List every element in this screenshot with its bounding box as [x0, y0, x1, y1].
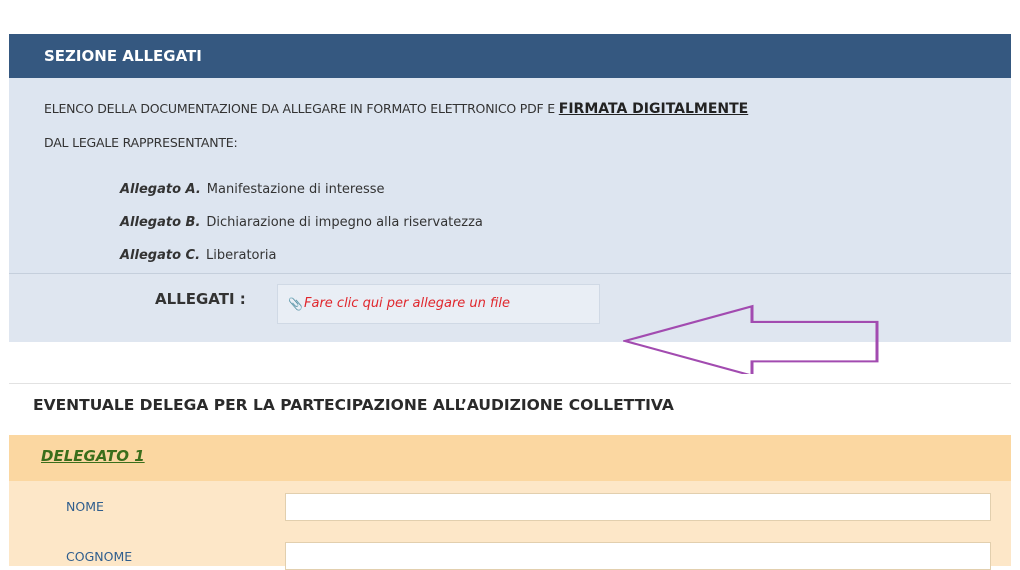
attachment-item-b: Allegato B. Dichiarazione di impegno alla…	[120, 215, 483, 230]
intro-part1: ELENCO DELLA DOCUMENTAZIONE DA ALLEGARE …	[44, 101, 559, 116]
attachment-text: Liberatoria	[206, 248, 277, 263]
attachment-key: Allegato A.	[120, 182, 201, 197]
cognome-label: COGNOME	[66, 549, 133, 564]
upload-placeholder: Fare clic qui per allegare un file	[304, 296, 511, 311]
attachment-text: Dichiarazione di impegno alla riservatez…	[206, 215, 483, 230]
intro-part2: DAL LEGALE RAPPRESENTANTE:	[44, 135, 238, 150]
section-title: SEZIONE ALLEGATI	[44, 47, 202, 65]
attachment-item-c: Allegato C. Liberatoria	[120, 248, 276, 263]
attachment-item-a: Allegato A. Manifestazione di interesse	[120, 182, 385, 197]
attachment-key: Allegato C.	[120, 248, 201, 263]
section-header: SEZIONE ALLEGATI	[9, 34, 1011, 78]
attachment-text: Manifestazione di interesse	[206, 182, 385, 197]
left-arrow-icon	[623, 304, 879, 374]
attachment-key: Allegato B.	[120, 215, 201, 230]
nome-input[interactable]	[285, 493, 991, 521]
upload-file-button[interactable]: 📎 Fare clic qui per allegare un file	[277, 284, 600, 324]
delegate-header-label: DELEGATO 1	[41, 447, 145, 465]
delegation-title: EVENTUALE DELEGA PER LA PARTECIPAZIONE A…	[33, 396, 674, 414]
upload-label: ALLEGATI :	[155, 290, 246, 308]
form-frame: SEZIONE ALLEGATI ELENCO DELLA DOCUMENTAZ…	[9, 34, 1011, 570]
delegate-header: DELEGATO 1	[9, 435, 1011, 481]
intro-text: ELENCO DELLA DOCUMENTAZIONE DA ALLEGARE …	[44, 92, 1009, 160]
intro-highlight: FIRMATA DIGITALMENTE	[558, 101, 749, 117]
nome-label: NOME	[66, 499, 104, 514]
divider	[9, 383, 1011, 384]
paperclip-icon: 📎	[288, 297, 303, 311]
